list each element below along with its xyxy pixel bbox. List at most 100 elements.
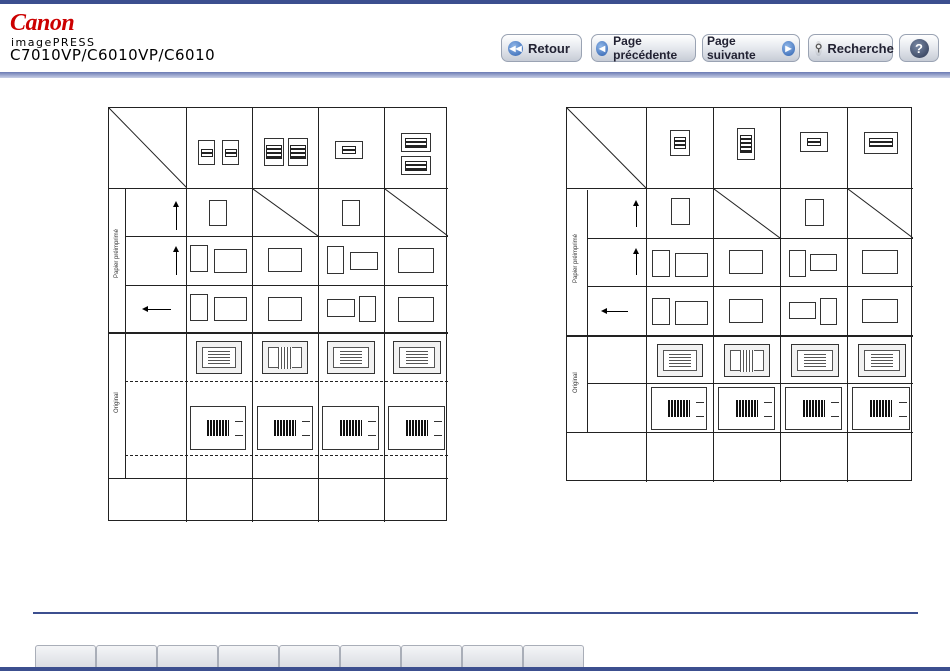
- grid-line: [713, 108, 714, 482]
- feed-up-arrow-icon: [173, 201, 179, 230]
- header-doc: [401, 156, 431, 175]
- original-feeder: [322, 406, 379, 450]
- feed-left-arrow-icon: [601, 308, 628, 314]
- grid-line: [186, 108, 187, 522]
- header-doc: [335, 141, 363, 159]
- paper-doc: [652, 298, 670, 325]
- paper-doc: [214, 249, 247, 273]
- header-diagonal: [109, 108, 187, 188]
- back-button-label: Retour: [528, 40, 570, 56]
- next-page-button[interactable]: Page suivante ▶: [702, 34, 800, 62]
- paper-doc: [789, 250, 806, 277]
- paper-doc: [398, 248, 434, 273]
- paper-doc: [342, 200, 360, 226]
- header-doc: [864, 132, 898, 154]
- paper-doc: [805, 199, 824, 226]
- arrow-left-icon: ◀: [596, 40, 609, 56]
- original-platen: [327, 341, 375, 374]
- grid-line: [384, 108, 385, 522]
- grid-line: [125, 285, 448, 286]
- paper-doc: [359, 296, 376, 322]
- paper-doc: [350, 252, 378, 270]
- paper-doc: [268, 248, 302, 272]
- original-feeder: [257, 406, 313, 450]
- grid-line: [567, 432, 913, 433]
- search-button[interactable]: ⚲ Recherche: [808, 34, 894, 62]
- header-doc: [670, 130, 690, 156]
- header: Canon imagePRESS C7010VP/C6010VP/C6010 ◀…: [0, 4, 950, 78]
- section-divider: [567, 335, 913, 337]
- model-name: C7010VP/C6010VP/C6010: [10, 46, 216, 64]
- back-button[interactable]: ◀◀ Retour: [501, 34, 582, 62]
- paper-doc: [652, 250, 670, 277]
- original-feeder: [785, 387, 842, 430]
- paper-doc: [190, 294, 208, 321]
- original-platen: [724, 344, 770, 377]
- grid-line: [587, 286, 913, 287]
- original-section-label: Original: [573, 372, 579, 393]
- original-feeder: [388, 406, 445, 450]
- header-diagonal: [567, 108, 646, 188]
- paper-doc: [398, 297, 434, 322]
- feed-left-arrow-icon: [142, 306, 171, 312]
- grid-line: [318, 108, 319, 522]
- paper-doc: [729, 250, 763, 274]
- help-button[interactable]: ?: [899, 34, 939, 62]
- next-page-label: Page suivante: [707, 34, 756, 62]
- header-doc: [222, 140, 239, 165]
- footer-divider: [33, 612, 918, 614]
- paper-doc: [675, 301, 708, 325]
- header-doc: [264, 138, 284, 166]
- paper-doc: [789, 302, 816, 319]
- prev-page-button[interactable]: ◀ Page précédente: [591, 34, 696, 62]
- header-doc: [737, 128, 755, 160]
- original-platen: [657, 344, 703, 377]
- feed-up-arrow-icon: [633, 248, 639, 275]
- paper-doc: [862, 299, 898, 323]
- bottom-accent-bar: [0, 667, 950, 671]
- dashed-line: [125, 455, 448, 456]
- original-feeder: [852, 387, 910, 430]
- search-icon: ⚲: [815, 40, 823, 56]
- arrow-right-icon: ▶: [781, 40, 795, 56]
- original-feeder: [651, 387, 707, 430]
- search-button-label: Recherche: [827, 40, 894, 56]
- original-feeder: [718, 387, 775, 430]
- paper-doc: [671, 198, 690, 225]
- grid-line: [587, 383, 913, 384]
- na-diagonal: [714, 189, 780, 238]
- brand-logo: Canon: [10, 10, 75, 36]
- paper-doc: [268, 297, 302, 321]
- grid-line: [587, 238, 913, 239]
- right-orientation-table: Papier préimprimé Original: [566, 107, 913, 482]
- original-section-label: Original: [114, 392, 120, 413]
- header-doc: [288, 138, 308, 166]
- original-platen: [858, 344, 906, 377]
- paper-doc: [327, 246, 344, 274]
- grid-line: [109, 478, 448, 479]
- grid-line: [125, 236, 448, 237]
- original-platen: [196, 341, 242, 374]
- original-feeder: [190, 406, 246, 450]
- na-diagonal: [253, 189, 318, 236]
- paper-doc: [820, 298, 837, 325]
- grid-line: [780, 108, 781, 482]
- paper-doc: [209, 200, 227, 226]
- feed-up-arrow-icon: [633, 200, 639, 227]
- na-diagonal: [848, 189, 913, 238]
- paper-section-label: Papier préimprimé: [573, 233, 579, 283]
- header-doc: [401, 133, 431, 152]
- header-doc: [198, 140, 215, 165]
- paper-doc: [729, 299, 763, 323]
- paper-doc: [810, 254, 837, 271]
- help-icon: ?: [909, 38, 929, 58]
- rewind-icon: ◀◀: [508, 40, 523, 56]
- grid-line: [847, 108, 848, 482]
- paper-doc: [190, 245, 208, 272]
- paper-doc: [327, 299, 355, 317]
- paper-section-label: Papier préimprimé: [114, 228, 120, 278]
- paper-doc: [675, 253, 708, 277]
- left-orientation-table: Papier préimprimé Original: [108, 107, 448, 522]
- original-platen: [393, 341, 441, 374]
- paper-doc: [862, 250, 898, 274]
